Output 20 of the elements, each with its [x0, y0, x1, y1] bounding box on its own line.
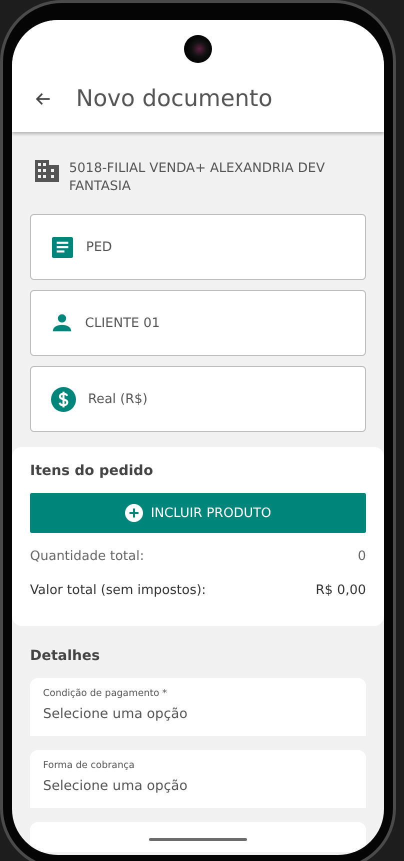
total-value: R$ 0,00 — [316, 583, 366, 598]
total-label: Valor total (sem impostos): — [30, 583, 206, 598]
screen-title: Novo documento — [76, 86, 272, 112]
plus-icon — [124, 504, 143, 522]
selector-card[interactable]: Real (R$) — [30, 366, 366, 432]
person-icon — [51, 312, 73, 334]
section-title: Itens do pedido — [30, 463, 154, 479]
selector-card[interactable]: PED — [30, 214, 366, 280]
total-value: 0 — [358, 549, 366, 564]
section-title: Detalhes — [30, 648, 101, 664]
document-icon — [51, 236, 74, 258]
selector-card[interactable]: CLIENTE 01 — [30, 290, 366, 356]
select-field[interactable]: Condição de pagamento * Selecione uma opção — [30, 678, 366, 736]
dollar-icon — [51, 386, 76, 412]
branch-name: 5018-FILIAL VENDA+ ALEXANDRIA DEV FANTASIA — [69, 160, 326, 196]
select-field[interactable] — [30, 822, 366, 852]
building-icon — [35, 160, 59, 182]
add-product-button[interactable]: INCLUIR PRODUTO — [30, 493, 366, 533]
select-field[interactable]: Forma de cobrança Selecione uma opção — [30, 750, 366, 808]
total-label: Quantidade total: — [30, 549, 144, 564]
